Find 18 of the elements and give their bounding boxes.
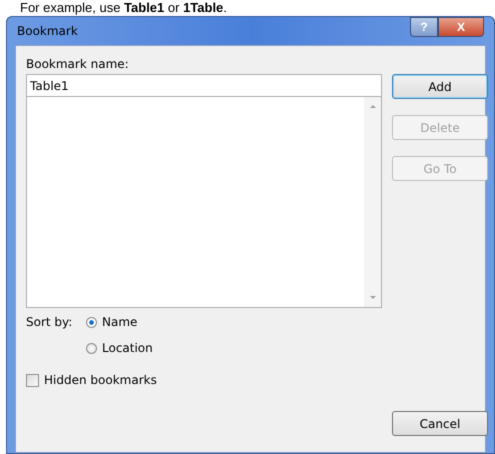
radio-button[interactable] [86,342,97,354]
caption-text: For example, use Table1 or 1Table. [19,0,228,16]
close-button[interactable]: X [438,17,484,37]
scroll-up-icon[interactable] [370,105,376,108]
checkbox[interactable] [26,374,39,386]
sort-label: Sort by: [26,314,74,331]
field-label: Bookmark name: [26,56,130,72]
checkbox-label: Hidden bookmarks [44,372,157,389]
window-title: Bookmark [16,24,78,38]
action-button[interactable]: Add [392,74,488,99]
option-label: Location [102,340,153,357]
scroll-down-icon[interactable] [370,296,376,299]
name-field[interactable]: Table1 [26,74,382,97]
radio-button[interactable] [86,316,97,328]
help-button[interactable]: ? [410,17,438,37]
scrollbar[interactable] [364,97,381,307]
option-label: Name [102,314,138,331]
cancel-button[interactable]: Cancel [392,411,488,436]
